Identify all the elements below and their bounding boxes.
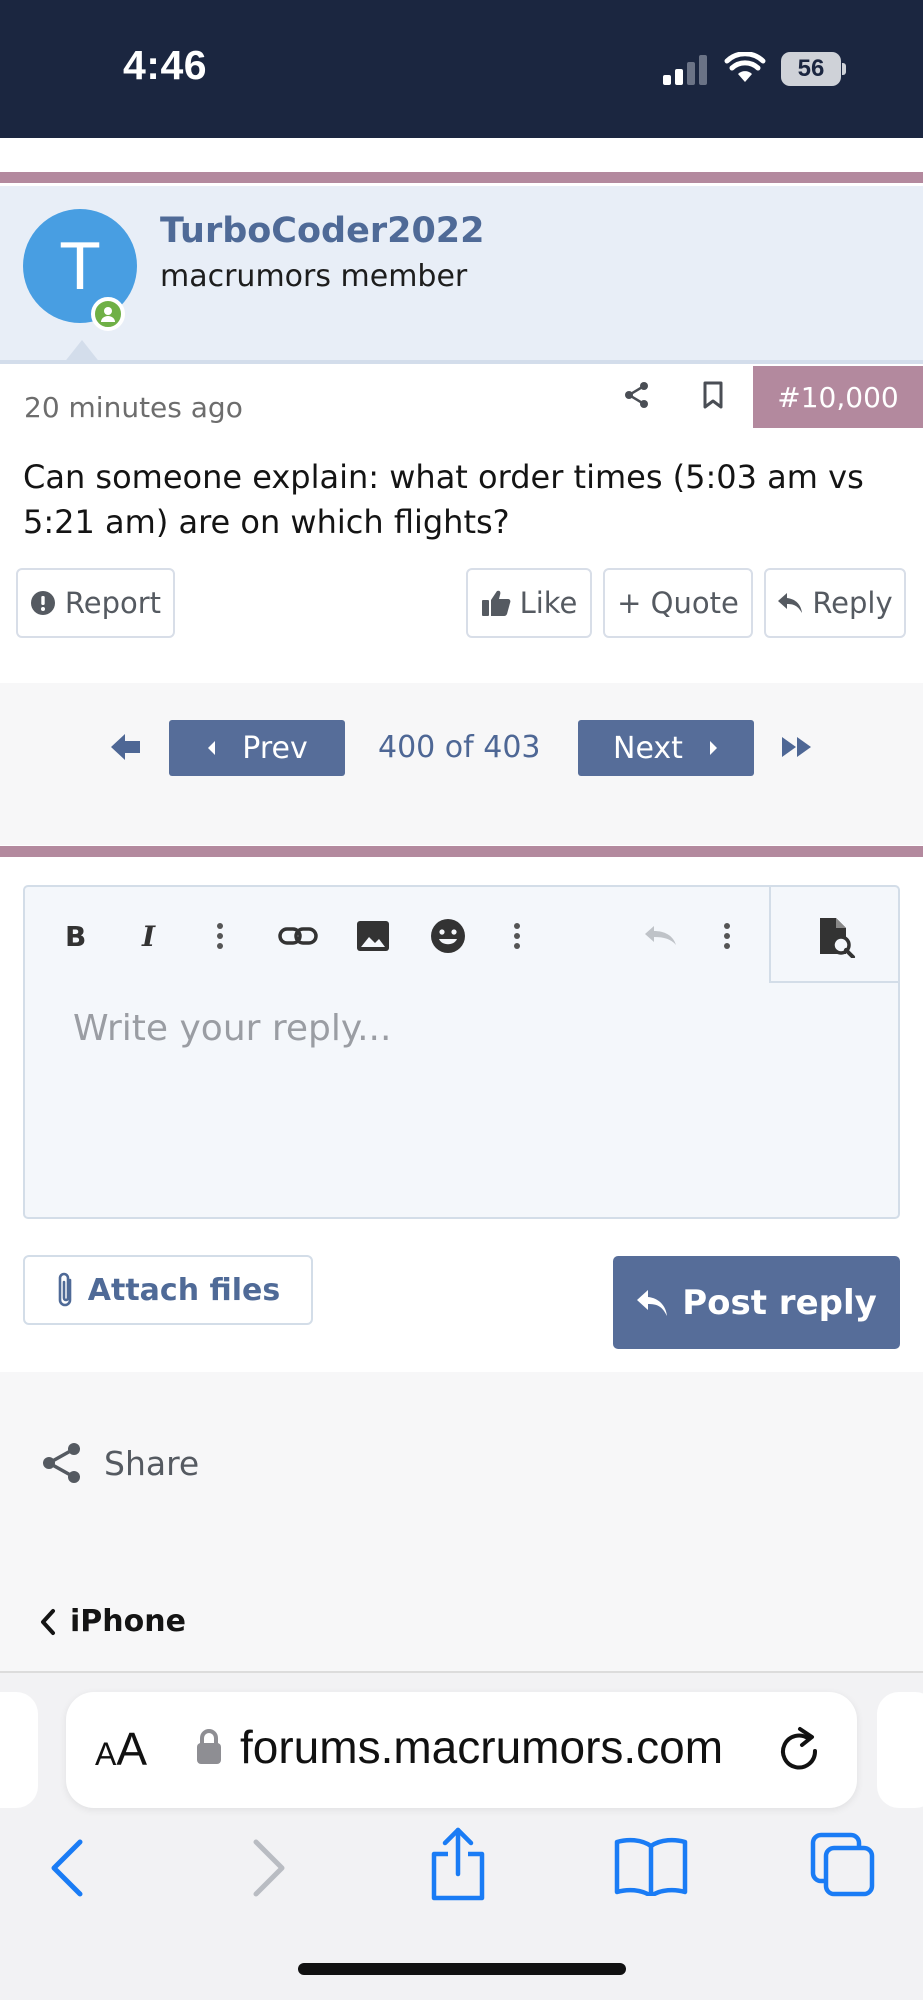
emoji-icon[interactable]	[430, 916, 466, 956]
first-page-icon[interactable]	[111, 733, 141, 761]
warning-icon	[30, 591, 55, 615]
svg-text:B: B	[65, 920, 86, 953]
status-time: 4:46	[123, 42, 208, 88]
preview-icon[interactable]	[816, 916, 856, 958]
bold-icon[interactable]: B	[62, 916, 90, 956]
like-button[interactable]: Like	[466, 568, 592, 638]
bookmark-icon[interactable]	[700, 380, 726, 410]
post-header-notch	[63, 340, 101, 364]
chevron-left-icon	[208, 741, 216, 755]
chevron-left-icon	[51, 1839, 83, 1897]
reply-input[interactable]: Write your reply...	[73, 1008, 391, 1049]
chevron-left-icon	[41, 1608, 55, 1635]
svg-text:I: I	[141, 920, 156, 953]
forward-button[interactable]	[248, 1838, 288, 1898]
online-status-icon	[91, 297, 125, 331]
quote-button[interactable]: + Quote	[603, 568, 753, 638]
breadcrumb[interactable]: iPhone	[40, 1604, 186, 1639]
post-timestamp[interactable]: 20 minutes ago	[24, 391, 243, 424]
reader-options-button[interactable]: A A	[95, 1722, 147, 1776]
quote-label: + Quote	[617, 586, 739, 620]
thumbs-up-icon	[481, 590, 510, 616]
prev-label: Prev	[242, 730, 308, 766]
bookmarks-button[interactable]	[614, 1836, 688, 1896]
last-page-icon[interactable]	[781, 736, 813, 758]
next-label: Next	[613, 730, 683, 766]
italic-icon[interactable]: I	[138, 916, 166, 956]
undo-icon[interactable]	[640, 916, 680, 956]
chevron-right-icon	[253, 1839, 285, 1897]
aa-large: A	[116, 1723, 148, 1775]
more-vertical-icon[interactable]	[212, 916, 228, 956]
tabs-icon	[810, 1832, 875, 1897]
back-button[interactable]	[48, 1838, 88, 1898]
attach-files-button[interactable]: Attach files	[23, 1255, 313, 1325]
signal-icon	[661, 55, 709, 85]
image-icon[interactable]	[356, 916, 390, 956]
tabs-button[interactable]	[808, 1830, 878, 1900]
next-tab-peek[interactable]	[877, 1692, 923, 1808]
reply-label: Reply	[812, 586, 893, 620]
share-icon[interactable]	[622, 380, 652, 410]
post-number-link[interactable]: #10,000	[753, 366, 923, 428]
share-thread-button[interactable]: Share	[40, 1441, 199, 1485]
battery-icon: 56	[781, 52, 841, 86]
next-page-button[interactable]: Next	[578, 720, 754, 776]
share-label: Share	[104, 1443, 200, 1483]
reply-arrow-icon	[778, 593, 803, 613]
home-indicator	[298, 1963, 626, 1975]
post-reply-button[interactable]: Post reply	[613, 1256, 900, 1349]
aa-small: A	[95, 1736, 117, 1772]
share-sheet-button[interactable]	[428, 1826, 488, 1902]
link-icon[interactable]	[278, 916, 318, 956]
page-indicator[interactable]: 400 of 403	[378, 730, 541, 765]
attach-files-label: Attach files	[87, 1272, 281, 1308]
more-vertical-icon[interactable]	[509, 916, 525, 956]
report-label: Report	[64, 586, 162, 620]
post-body-text: Can someone explain: what order times (5…	[23, 458, 864, 541]
post-reply-label: Post reply	[682, 1282, 877, 1323]
username-link[interactable]: TurboCoder2022	[160, 211, 485, 251]
reply-accent-line	[0, 846, 923, 857]
chevron-right-icon	[709, 741, 717, 755]
reload-icon[interactable]	[776, 1723, 822, 1773]
share-icon	[43, 1443, 80, 1483]
battery-nub	[842, 63, 846, 75]
url-text[interactable]: forums.macrumors.com	[240, 1720, 723, 1774]
reply-arrow-icon	[637, 1289, 668, 1316]
previous-tab-peek[interactable]	[0, 1692, 38, 1808]
lock-icon	[194, 1728, 224, 1766]
user-title: macrumors member	[160, 259, 468, 294]
prev-page-button[interactable]: Prev	[169, 720, 345, 776]
share-upload-icon	[431, 1827, 485, 1901]
paperclip-icon	[58, 1272, 72, 1307]
breadcrumb-label: iPhone	[70, 1604, 186, 1639]
book-icon	[614, 1837, 688, 1896]
more-vertical-icon[interactable]	[719, 916, 735, 956]
wifi-icon	[724, 52, 766, 84]
like-label: Like	[519, 586, 578, 620]
post-accent-line	[0, 172, 923, 183]
reply-button[interactable]: Reply	[764, 568, 906, 638]
report-button[interactable]: Report	[16, 568, 175, 638]
